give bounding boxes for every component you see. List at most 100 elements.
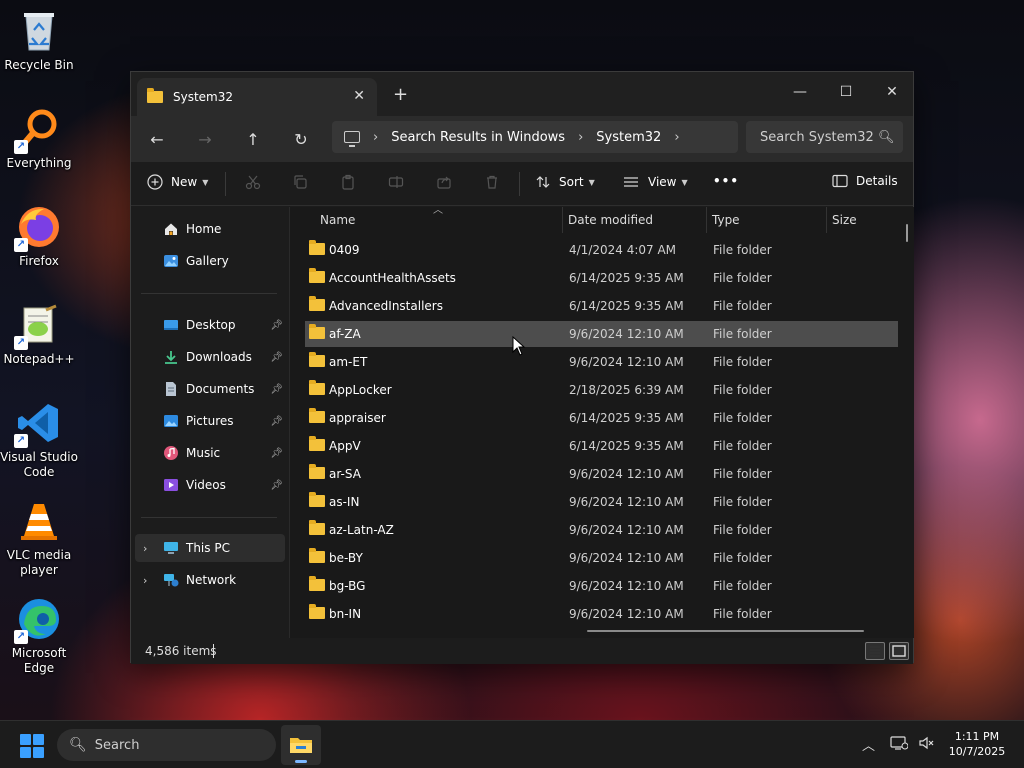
desktop-icon-recycle-bin[interactable]: Recycle Bin: [0, 2, 78, 92]
file-name: 0409: [329, 243, 360, 257]
search-box[interactable]: 🔍︎: [746, 121, 903, 153]
chevron-right-icon[interactable]: ›: [143, 542, 147, 555]
minimize-button[interactable]: —: [777, 78, 823, 106]
file-row[interactable]: bg-BG 9/6/2024 12:10 AM File folder: [305, 573, 898, 599]
rename-button[interactable]: [388, 174, 404, 190]
file-row[interactable]: af-ZA 9/6/2024 12:10 AM File folder: [305, 321, 898, 347]
details-button[interactable]: Details: [832, 174, 898, 188]
breadcrumb-system32[interactable]: System32: [596, 130, 661, 145]
taskbar-search[interactable]: 🔍︎ Search: [57, 729, 276, 761]
file-row[interactable]: be-BY 9/6/2024 12:10 AM File folder: [305, 545, 898, 571]
column-divider[interactable]: [706, 207, 707, 233]
folder-icon: [309, 240, 325, 255]
navigation-bar: ← → ↑ ↻ › Search Results in Windows › Sy…: [131, 116, 913, 162]
sidebar-item-gallery[interactable]: Gallery: [135, 247, 285, 275]
paste-button[interactable]: [340, 174, 356, 190]
file-row[interactable]: AppV 6/14/2025 9:35 AM File folder: [305, 433, 898, 459]
file-row[interactable]: AccountHealthAssets 6/14/2025 9:35 AM File…: [305, 265, 898, 291]
sidebar-item-home[interactable]: Home: [135, 215, 285, 243]
refresh-button[interactable]: ↻: [287, 126, 315, 152]
new-button[interactable]: New ▼: [147, 174, 208, 190]
file-row[interactable]: as-IN 9/6/2024 12:10 AM File folder: [305, 489, 898, 515]
file-row[interactable]: appraiser 6/14/2025 9:35 AM File folder: [305, 405, 898, 431]
desktop-icon-label: Notepad++: [3, 352, 75, 366]
delete-button[interactable]: [484, 174, 500, 190]
chevron-right-icon[interactable]: ›: [578, 130, 583, 145]
sidebar-item-this-pc[interactable]: › This PC: [135, 534, 285, 562]
sidebar-item-music[interactable]: Music 📌︎: [135, 439, 285, 467]
maximize-button[interactable]: ☐: [823, 78, 869, 106]
show-hidden-icons-chevron-up-icon[interactable]: ︿: [862, 735, 875, 754]
sidebar-item-videos[interactable]: Videos 📌︎: [135, 471, 285, 499]
tab-system32[interactable]: System32 ✕: [137, 78, 377, 116]
sidebar-item-pictures[interactable]: Pictures 📌︎: [135, 407, 285, 435]
file-row[interactable]: AppLocker 2/18/2025 6:39 AM File folder: [305, 377, 898, 403]
desktop-icon-firefox[interactable]: ↗ Firefox: [0, 198, 78, 288]
file-type: File folder: [713, 607, 772, 621]
folder-icon: [309, 492, 325, 507]
pin-icon[interactable]: 📌︎: [270, 320, 283, 331]
large-icons-view-button[interactable]: [889, 642, 909, 660]
desktop-icon-everything[interactable]: ↗ Everything: [0, 100, 78, 190]
downloads-icon: [165, 351, 177, 364]
share-button[interactable]: [436, 174, 452, 190]
column-divider[interactable]: [826, 207, 827, 233]
file-type: File folder: [713, 523, 772, 537]
column-header-type[interactable]: Type: [712, 207, 824, 233]
back-button[interactable]: ←: [143, 126, 171, 152]
sort-button[interactable]: Sort ▼: [535, 174, 595, 190]
copy-button[interactable]: [292, 174, 308, 190]
home-icon: [165, 223, 177, 235]
vertical-scrollbar[interactable]: [906, 224, 908, 242]
folder-icon: [309, 296, 325, 311]
address-bar[interactable]: › Search Results in Windows › System32 ›: [332, 121, 738, 153]
view-button[interactable]: View ▼: [622, 174, 688, 190]
pin-icon[interactable]: 📌︎: [270, 352, 283, 363]
chevron-right-icon[interactable]: ›: [674, 130, 679, 145]
desktop-icon-edge[interactable]: ↗ Microsoft Edge: [0, 590, 78, 680]
file-row[interactable]: bn-IN 9/6/2024 12:10 AM File folder: [305, 601, 898, 627]
sidebar-item-documents[interactable]: Documents 📌︎: [135, 375, 285, 403]
sidebar-item-label: Home: [186, 222, 222, 236]
start-button[interactable]: [20, 734, 44, 758]
file-row[interactable]: az-Latn-AZ 9/6/2024 12:10 AM File folder: [305, 517, 898, 543]
file-row[interactable]: am-ET 9/6/2024 12:10 AM File folder: [305, 349, 898, 375]
column-header-size[interactable]: Size: [832, 207, 902, 233]
chevron-right-icon[interactable]: ›: [143, 574, 147, 587]
folder-icon: [309, 380, 325, 395]
file-row[interactable]: ar-SA 9/6/2024 12:10 AM File folder: [305, 461, 898, 487]
file-date-modified: 9/6/2024 12:10 AM: [569, 355, 684, 369]
display-icon[interactable]: [890, 735, 909, 755]
sidebar-item-network[interactable]: › Network: [135, 566, 285, 594]
pin-icon[interactable]: 📌︎: [270, 480, 283, 491]
file-type: File folder: [713, 439, 772, 453]
sidebar-item-downloads[interactable]: Downloads 📌︎: [135, 343, 285, 371]
file-row[interactable]: 0409 4/1/2024 4:07 AM File folder: [305, 237, 898, 263]
cut-button[interactable]: [245, 174, 261, 190]
pin-icon[interactable]: 📌︎: [270, 416, 283, 427]
desktop-icon-vscode[interactable]: ↗ Visual Studio Code: [0, 394, 78, 484]
taskbar-file-explorer[interactable]: [281, 725, 321, 765]
desktop-icon-vlc[interactable]: VLC media player: [0, 492, 78, 582]
sidebar-item-desktop[interactable]: Desktop 📌︎: [135, 311, 285, 339]
forward-button[interactable]: →: [191, 126, 219, 152]
file-date-modified: 9/6/2024 12:10 AM: [569, 523, 684, 537]
details-view-button[interactable]: [865, 642, 885, 660]
new-tab-button[interactable]: +: [393, 84, 408, 105]
more-options-button[interactable]: •••: [713, 174, 739, 188]
close-button[interactable]: ✕: [869, 78, 915, 106]
column-divider[interactable]: [562, 207, 563, 233]
desktop-icon-notepadpp[interactable]: ↗ Notepad++: [0, 296, 78, 386]
breadcrumb-search-results[interactable]: Search Results in Windows: [391, 130, 565, 145]
file-row[interactable]: AdvancedInstallers 6/14/2025 9:35 AM File …: [305, 293, 898, 319]
up-button[interactable]: ↑: [239, 126, 267, 152]
horizontal-scrollbar[interactable]: [587, 630, 864, 632]
column-header-date-modified[interactable]: Date modified: [568, 207, 706, 233]
search-input[interactable]: [760, 129, 874, 145]
pin-icon[interactable]: 📌︎: [270, 448, 283, 459]
tab-close-button[interactable]: ✕: [353, 88, 365, 104]
volume-muted-icon[interactable]: [918, 735, 934, 755]
taskbar-clock[interactable]: 1:11 PM 10/7/2025: [938, 729, 1016, 759]
search-icon: 🔍︎: [69, 737, 87, 753]
pin-icon[interactable]: 📌︎: [270, 384, 283, 395]
